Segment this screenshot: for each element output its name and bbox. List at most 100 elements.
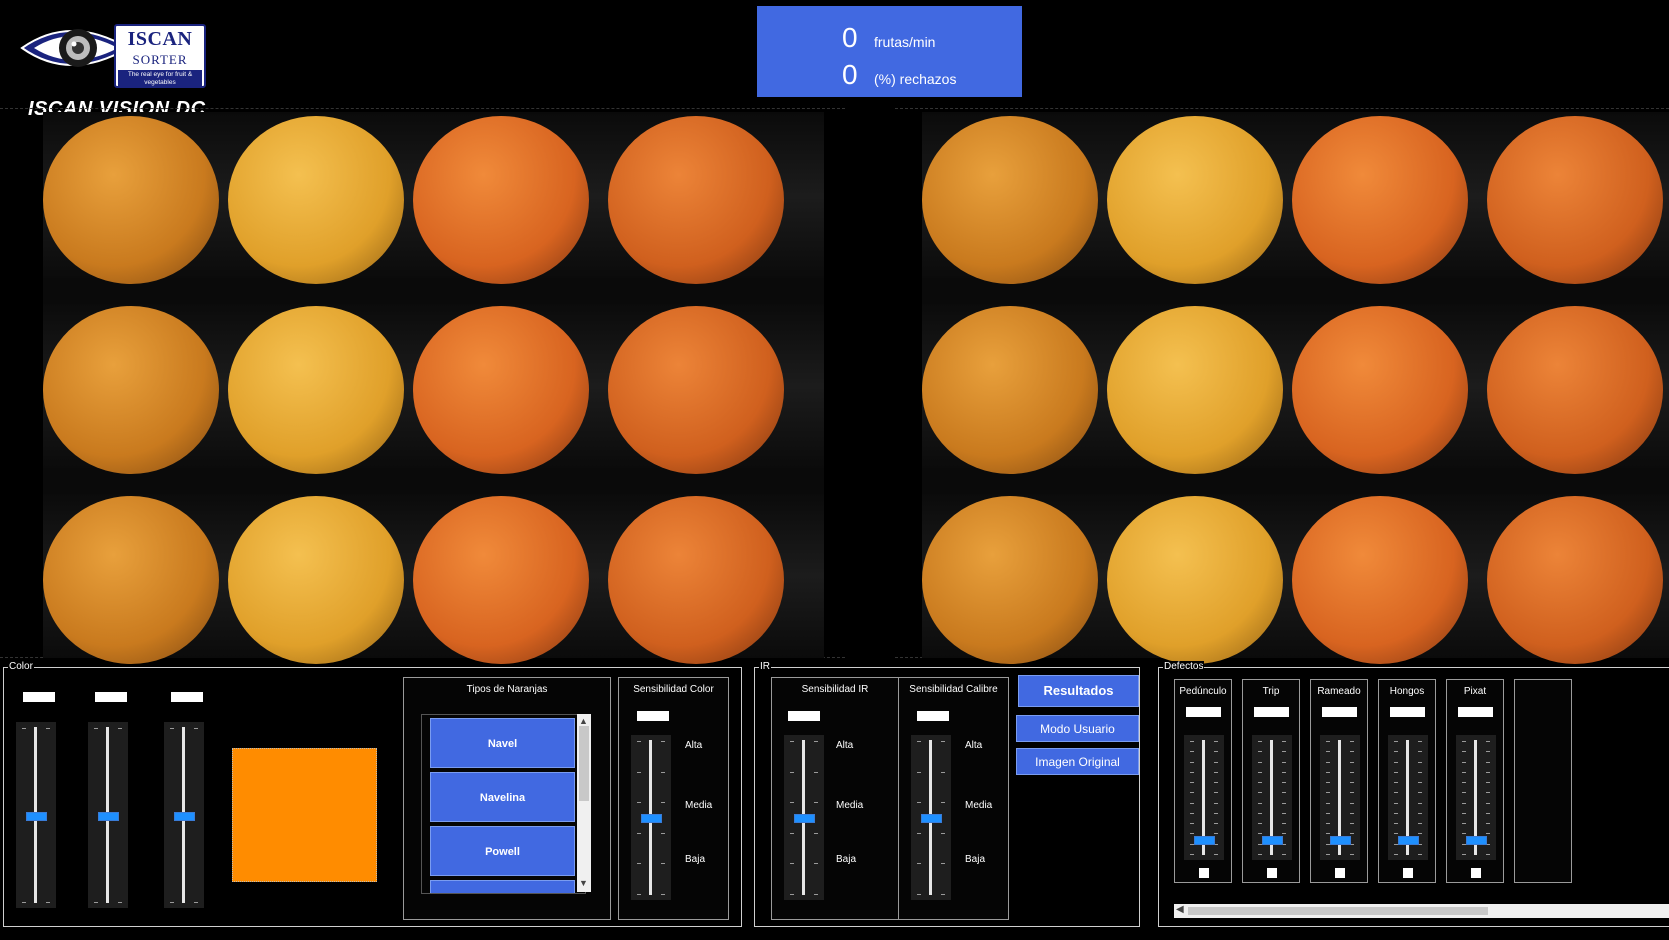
slider-tick bbox=[1190, 782, 1194, 784]
defect-slider-thumb[interactable] bbox=[1262, 836, 1283, 846]
orange-types-panel: Tipos de Naranjas Navel Navelina Powell … bbox=[403, 677, 611, 920]
fruit-image bbox=[413, 496, 589, 664]
slider-tick bbox=[790, 894, 794, 895]
slider-tick bbox=[194, 902, 198, 903]
scrollbar-thumb[interactable] bbox=[579, 726, 589, 801]
slider-tick bbox=[1258, 741, 1262, 742]
fruit-image bbox=[1487, 116, 1663, 284]
fruit-image bbox=[1487, 496, 1663, 664]
camera-view-left bbox=[43, 112, 824, 664]
defect-enable-checkbox[interactable] bbox=[1471, 868, 1481, 878]
defect-label: Rameado bbox=[1317, 686, 1361, 697]
slider-tick bbox=[1282, 823, 1286, 825]
defect-slider-thumb[interactable] bbox=[1194, 836, 1215, 846]
slider-tick bbox=[1190, 771, 1194, 773]
slider-tick bbox=[1486, 854, 1490, 855]
orange-type-navel[interactable]: Navel bbox=[430, 718, 575, 768]
slider-tick bbox=[1258, 761, 1262, 763]
orange-type-navelina[interactable]: Navelina bbox=[430, 772, 575, 822]
level-label-media: Media bbox=[965, 800, 993, 811]
defect-value bbox=[1390, 707, 1425, 717]
slider-tick bbox=[1214, 792, 1218, 794]
defect-enable-checkbox[interactable] bbox=[1335, 868, 1345, 878]
slider-tick bbox=[1486, 761, 1490, 763]
orange-type-powell[interactable]: Powell bbox=[430, 826, 575, 876]
color-slider-b-thumb[interactable] bbox=[174, 811, 195, 821]
slider-tick bbox=[1258, 854, 1262, 855]
slider-tick bbox=[1462, 741, 1466, 742]
color-sensitivity-title: Sensibilidad Color bbox=[633, 684, 714, 695]
user-mode-button[interactable]: Modo Usuario bbox=[1016, 715, 1139, 742]
defect-slider-thumb[interactable] bbox=[1330, 836, 1351, 846]
slider-tick bbox=[1462, 854, 1466, 855]
fruit-image bbox=[608, 116, 784, 284]
list-scrollbar[interactable]: ▲ ▼ bbox=[577, 714, 591, 892]
slider-tick bbox=[1214, 802, 1218, 804]
slider-tick bbox=[1350, 792, 1354, 794]
slider-tick bbox=[1462, 751, 1466, 753]
slider-tick bbox=[1282, 812, 1286, 814]
defect-enable-checkbox[interactable] bbox=[1403, 868, 1413, 878]
scroll-left-icon[interactable]: ◀ bbox=[1176, 904, 1184, 915]
orange-types-title: Tipos de Naranjas bbox=[466, 684, 548, 695]
defect-slider-thumb[interactable] bbox=[1398, 836, 1419, 846]
stats-panel: 0 frutas/min 0 (%) rechazos bbox=[757, 6, 1022, 97]
slider-tick bbox=[1350, 802, 1354, 804]
slider-tick bbox=[1486, 771, 1490, 773]
slider-tick bbox=[1394, 812, 1398, 814]
slider-tick bbox=[1486, 823, 1490, 825]
color-slider-g-thumb[interactable] bbox=[98, 811, 119, 821]
slider-value-b bbox=[171, 692, 203, 702]
color-slider-r-thumb[interactable] bbox=[26, 811, 47, 821]
slider-tick bbox=[661, 802, 665, 804]
slider-tick bbox=[661, 741, 665, 742]
defects-scrollbar[interactable]: ◀ ▶ bbox=[1174, 904, 1669, 918]
scroll-up-icon[interactable]: ▲ bbox=[579, 716, 588, 726]
sensitivity-slider-thumb[interactable] bbox=[794, 814, 815, 823]
color-group: Color Tipos de Naranjas Navel Navelina P… bbox=[3, 661, 742, 927]
sensitivity-slider-thumb[interactable] bbox=[641, 814, 662, 823]
slider-tick bbox=[1350, 751, 1354, 753]
brand-logo: ISCAN SORTER The real eye for fruit & ve… bbox=[16, 14, 216, 120]
results-button[interactable]: Resultados bbox=[1018, 675, 1139, 707]
slider-tick bbox=[661, 771, 665, 773]
slider-tick bbox=[1350, 833, 1354, 835]
slider-tick bbox=[1394, 833, 1398, 835]
sensitivity-slider-thumb[interactable] bbox=[921, 814, 942, 823]
slider-tick bbox=[1326, 782, 1330, 784]
slider-tick bbox=[46, 728, 50, 729]
slider-tick bbox=[1418, 823, 1422, 825]
slider-tick bbox=[1214, 771, 1218, 773]
slider-tick bbox=[790, 832, 794, 834]
slider-tick bbox=[1326, 792, 1330, 794]
slider-tick bbox=[1394, 761, 1398, 763]
slider-tick bbox=[1214, 854, 1218, 855]
slider-tick bbox=[917, 802, 921, 804]
slider-tick bbox=[661, 894, 665, 895]
slider-tick bbox=[1462, 802, 1466, 804]
slider-tick bbox=[1326, 751, 1330, 753]
slider-tick bbox=[1190, 833, 1194, 835]
slider-tick bbox=[941, 832, 945, 834]
slider-tick bbox=[790, 771, 794, 773]
slider-tick bbox=[941, 863, 945, 865]
orange-type-item[interactable] bbox=[430, 880, 575, 893]
defect-enable-checkbox[interactable] bbox=[1199, 868, 1209, 878]
slider-tick bbox=[1462, 812, 1466, 814]
slider-tick bbox=[1214, 812, 1218, 814]
slider-tick bbox=[1326, 771, 1330, 773]
defect-enable-checkbox[interactable] bbox=[1267, 868, 1277, 878]
defects-group: Defectos Pedúnculo Trip Rameado Hongos Pixat… bbox=[1158, 661, 1669, 927]
slider-tick bbox=[1326, 802, 1330, 804]
slider-tick bbox=[941, 894, 945, 895]
defect-slider-thumb[interactable] bbox=[1466, 836, 1487, 846]
slider-tick bbox=[1394, 741, 1398, 742]
original-image-button[interactable]: Imagen Original bbox=[1016, 748, 1139, 775]
slider-tick bbox=[1326, 854, 1330, 855]
orange-types-list[interactable]: Navel Navelina Powell bbox=[421, 714, 586, 894]
scrollbar-thumb[interactable] bbox=[1188, 907, 1488, 915]
scroll-down-icon[interactable]: ▼ bbox=[579, 878, 588, 888]
slider-tick bbox=[661, 863, 665, 865]
slider-tick bbox=[917, 863, 921, 865]
defects-group-title: Defectos bbox=[1163, 661, 1205, 672]
